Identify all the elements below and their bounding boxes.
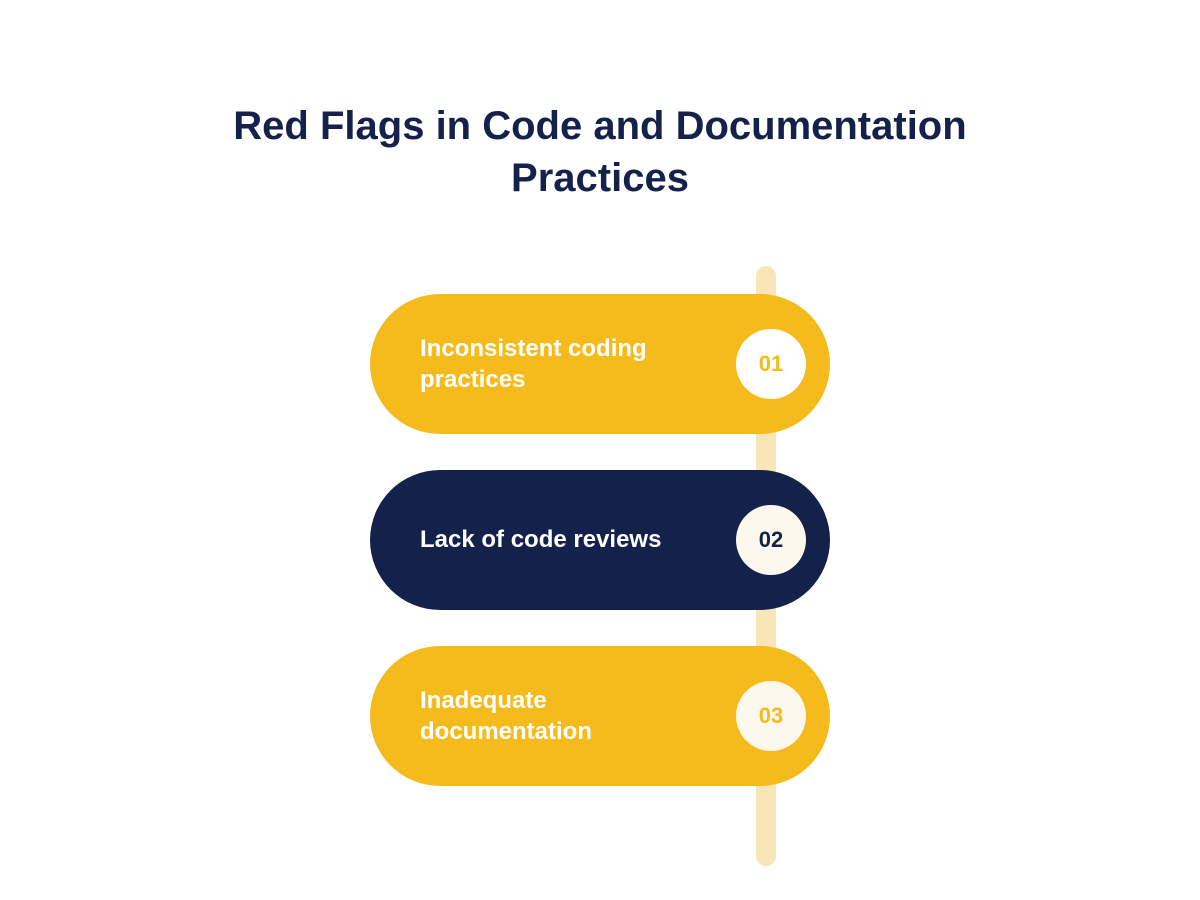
diagram-container: Inconsistent coding practices 01 Lack of… <box>370 294 830 786</box>
pill-item-1: Inconsistent coding practices 01 <box>370 294 830 434</box>
pill-number-badge-3: 03 <box>736 681 806 751</box>
pill-number-badge-1: 01 <box>736 329 806 399</box>
pill-label-1: Inconsistent coding practices <box>420 333 680 395</box>
pill-label-2: Lack of code reviews <box>420 524 661 555</box>
pill-item-2: Lack of code reviews 02 <box>370 470 830 610</box>
pill-number-badge-2: 02 <box>736 505 806 575</box>
pill-item-3: Inadequate documentation 03 <box>370 646 830 786</box>
pill-label-3: Inadequate documentation <box>420 685 680 747</box>
diagram-title: Red Flags in Code and Documentation Prac… <box>200 100 1000 204</box>
